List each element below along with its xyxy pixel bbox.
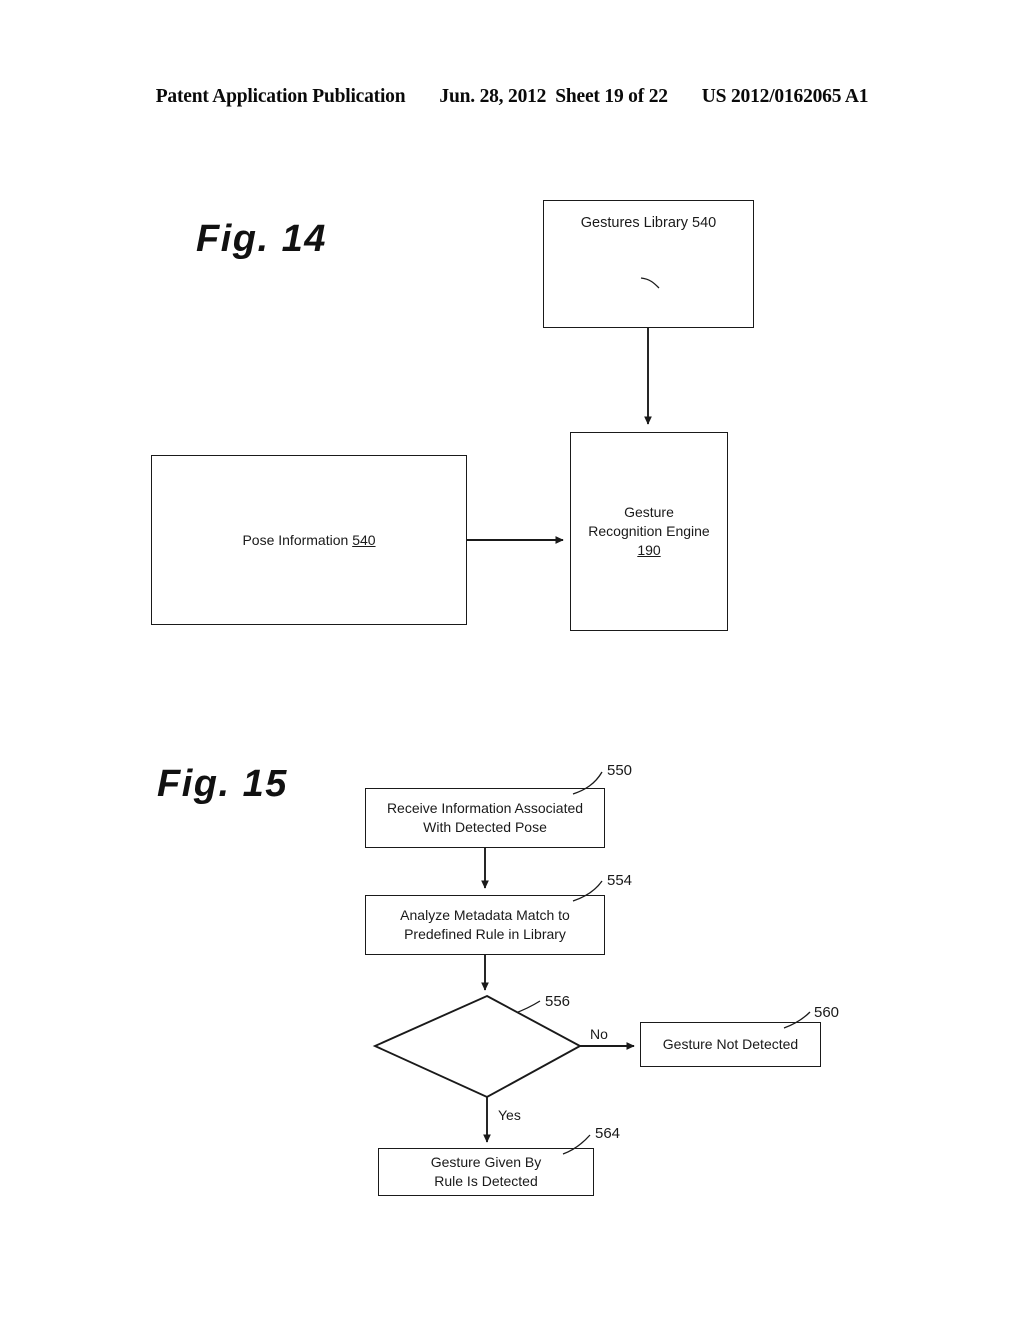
page-header: Patent Application Publication Jun. 28, 2… — [0, 86, 1024, 108]
branch-label-no: No — [590, 1026, 608, 1042]
gesture-not-detected-box: Gesture Not Detected — [640, 1022, 821, 1067]
pose-information-ref: 540 — [352, 531, 376, 548]
gesture-not-detected-label: Gesture Not Detected — [662, 1036, 799, 1052]
analyze-metadata-label: Analyze Metadata Match to Predefined Rul… — [400, 907, 570, 942]
gesture-recognition-engine-ref: 190 — [637, 542, 661, 558]
branch-label-yes: Yes — [498, 1107, 521, 1123]
header-sheet-number: Sheet 19 of 22 — [555, 86, 668, 107]
pose-information-box: Pose Information 540 — [151, 455, 467, 625]
figure-14-caption: Fig. 14 — [196, 218, 327, 260]
ref-callout-550: 550 — [607, 762, 633, 779]
header-patent-number: US 2012/0162065 A1 — [701, 86, 869, 107]
ref-callout-560: 560 — [814, 1004, 840, 1021]
header-publication: Patent Application Publication — [155, 86, 406, 107]
gesture-detected-box: Gesture Given By Rule Is Detected — [378, 1148, 594, 1196]
header-date: Jun. 28, 2012 — [439, 86, 547, 107]
gesture-detected-label: Gesture Given By Rule Is Detected — [430, 1154, 542, 1189]
ref-callout-554: 554 — [607, 872, 633, 889]
pose-information-label: Pose Information 540 — [236, 531, 381, 550]
analyze-metadata-box: Analyze Metadata Match to Predefined Rul… — [365, 895, 605, 955]
pose-information-text: Pose Information — [242, 531, 353, 548]
gesture-recognition-engine-text: Gesture Recognition Engine — [588, 504, 710, 539]
ref-callout-556: 556 — [545, 993, 571, 1010]
gestures-library-title-text: Gestures Library — [580, 215, 692, 231]
gesture-recognition-engine-box: Gesture Recognition Engine 190 — [570, 432, 728, 631]
receive-information-label: Receive Information Associated With Dete… — [386, 800, 584, 835]
figure-15-caption: Fig. 15 — [157, 763, 288, 805]
gestures-library-title: Gestures Library 540 — [544, 215, 753, 231]
receive-information-box: Receive Information Associated With Dete… — [365, 788, 605, 848]
gestures-library-ref: 540 — [692, 215, 717, 231]
gesture-recognition-engine-label: Gesture Recognition Engine 190 — [582, 503, 715, 560]
ref-callout-564: 564 — [595, 1125, 621, 1142]
gestures-library-box: Gestures Library 540 542 — [543, 200, 754, 328]
confidence-decision-label: Gesture Identified w/in Confidence Range… — [401, 1015, 557, 1068]
